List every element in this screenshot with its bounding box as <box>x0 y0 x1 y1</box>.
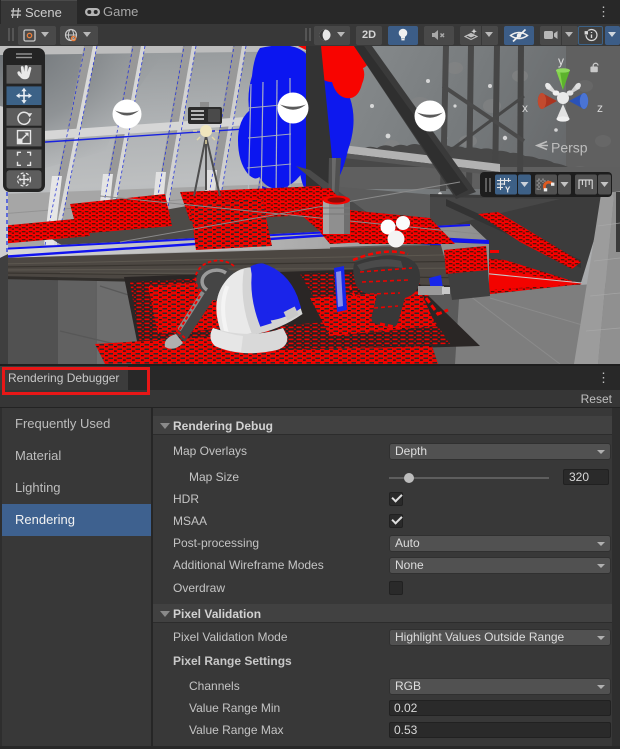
svg-text:Persp: Persp <box>551 140 588 156</box>
svg-text:Y: Y <box>505 186 511 195</box>
svg-text:x: x <box>522 101 528 115</box>
svg-text:y: y <box>558 54 564 68</box>
svg-text:z: z <box>597 101 603 115</box>
